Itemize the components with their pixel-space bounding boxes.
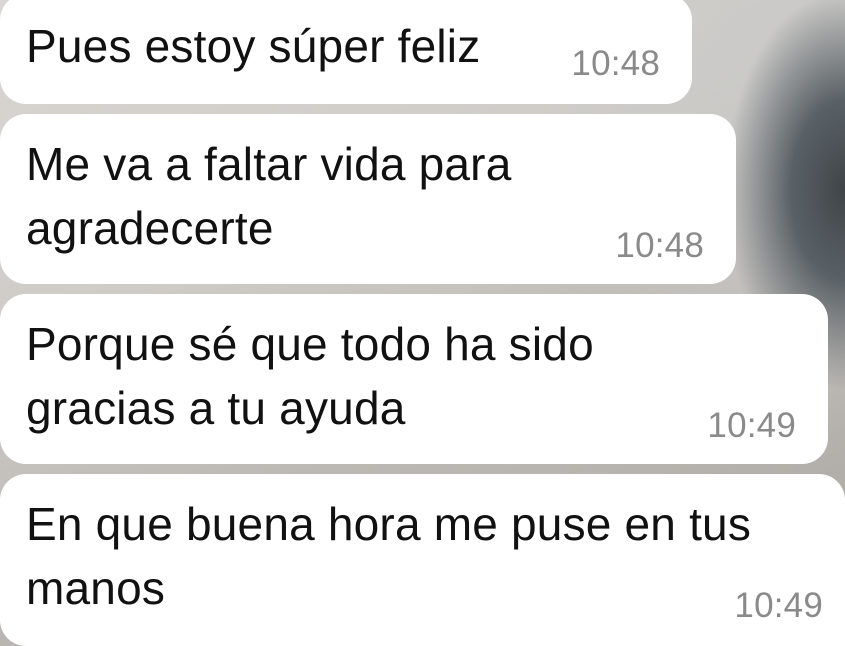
message-timestamp: 10:49 [707, 406, 796, 445]
message-text: En que buena hora me puse en tus manos [26, 498, 752, 614]
message-text: Me va a faltar vida para agradecerte [26, 138, 512, 254]
message-timestamp: 10:48 [571, 44, 660, 83]
message-timestamp: 10:49 [734, 586, 823, 625]
chat-message-list[interactable]: Pues estoy súper feliz 10:48 Me va a fal… [0, 0, 845, 646]
message-bubble[interactable]: En que buena hora me puse en tus manos 1… [0, 474, 845, 646]
message-text: Pues estoy súper feliz [26, 20, 481, 72]
message-timestamp: 10:48 [615, 226, 704, 265]
message-bubble[interactable]: Pues estoy súper feliz 10:48 [0, 0, 692, 104]
message-text: Porque sé que todo ha sido gracias a tu … [26, 318, 594, 434]
message-bubble[interactable]: Me va a faltar vida para agradecerte 10:… [0, 114, 736, 284]
message-bubble[interactable]: Porque sé que todo ha sido gracias a tu … [0, 294, 828, 464]
